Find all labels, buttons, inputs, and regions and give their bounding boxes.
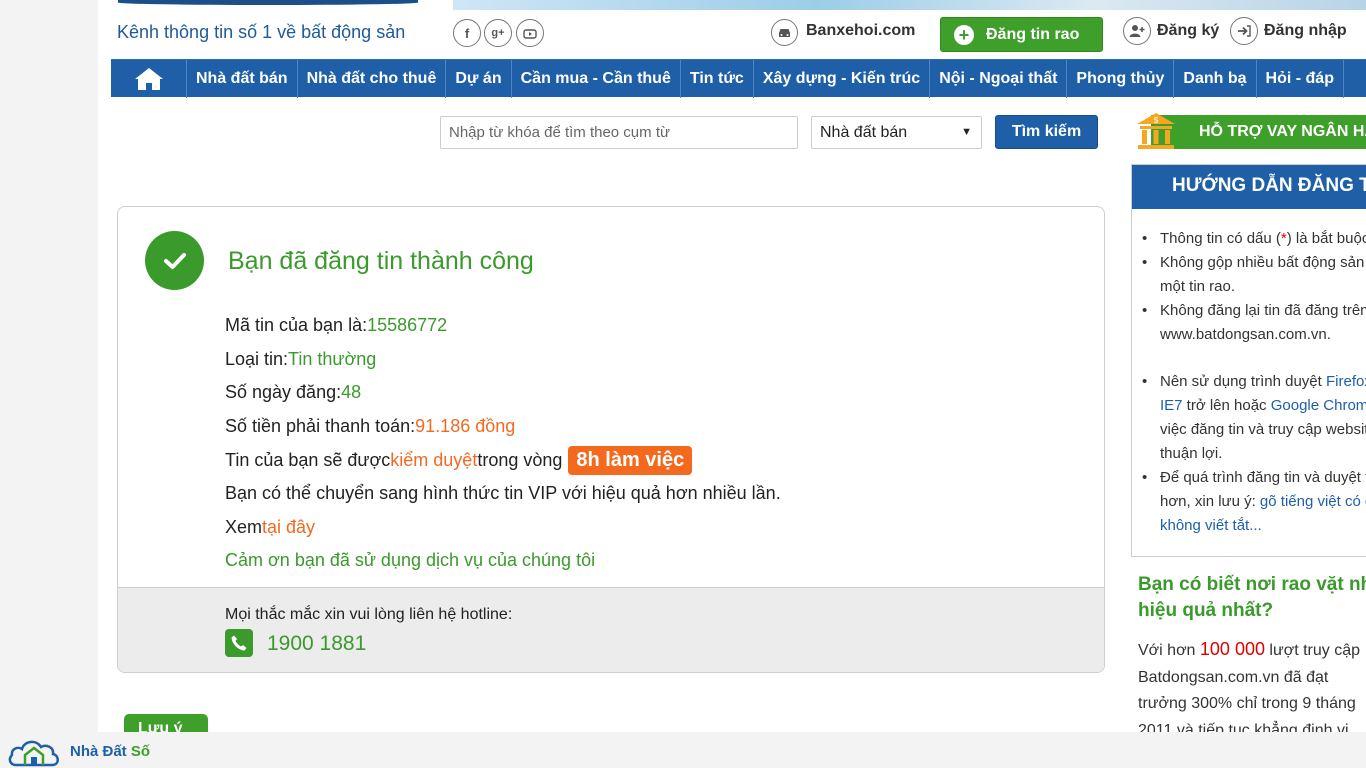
success-title: Bạn đã đăng tin thành công bbox=[228, 247, 534, 275]
listing-id-row: Mã tin của bạn là: 15586772 bbox=[225, 315, 448, 336]
facebook-icon[interactable]: f bbox=[453, 19, 481, 47]
category-selected-value: Nhà đất bán bbox=[820, 123, 908, 141]
vietnamese-accent-link[interactable]: gõ tiếng việt có dấu, bbox=[1260, 493, 1366, 510]
post-listing-label: Đăng tin rao bbox=[986, 25, 1080, 43]
user-add-icon[interactable] bbox=[1123, 17, 1151, 45]
register-link[interactable]: Đăng ký bbox=[1157, 22, 1219, 40]
guide-item: Để quá trình đăng tin và duyệt tinhơn, x… bbox=[1142, 466, 1366, 538]
payment-row: Số tiền phải thanh toán: 91.186 đồng bbox=[225, 416, 516, 437]
cloud-house-icon bbox=[8, 740, 59, 767]
top-banner-strip bbox=[98, 0, 1366, 10]
login-link[interactable]: Đăng nhập bbox=[1264, 22, 1347, 40]
dropdown-arrow-icon: ▼ bbox=[961, 126, 972, 138]
view-row: Xem tại đây bbox=[225, 516, 316, 538]
guide-item: Không đăng lại tin đã đăng trênwww.batdo… bbox=[1142, 299, 1366, 347]
nav-item-rent[interactable]: Nhà đất cho thuê bbox=[298, 60, 447, 98]
loan-support-label: HỖ TRỢ VAY NGÂN HÀNG bbox=[1151, 115, 1366, 149]
svg-text:$: $ bbox=[1154, 116, 1159, 125]
posting-guide: HƯỚNG DẪN ĐĂNG TIN Thông tin có dấu (*) … bbox=[1131, 164, 1366, 557]
firefox-link[interactable]: Firefox bbox=[1326, 373, 1366, 390]
nav-item-wanted[interactable]: Cần mua - Cần thuê bbox=[512, 60, 681, 98]
review-link[interactable]: kiểm duyệt bbox=[390, 450, 477, 471]
loan-support-banner[interactable]: HỖ TRỢ VAY NGÂN HÀNG $ bbox=[1133, 110, 1366, 152]
review-time-badge: 8h làm việc bbox=[568, 445, 693, 475]
vip-row: Bạn có thể chuyển sang hình thức tin VIP… bbox=[225, 483, 781, 504]
plus-icon: + bbox=[954, 24, 974, 45]
guide-title: HƯỚNG DẪN ĐĂNG TIN bbox=[1132, 165, 1366, 209]
banxehoi-link[interactable]: Banxehoi.com bbox=[806, 22, 915, 40]
hotline-section: Mọi thắc mắc xin vui lòng liên hệ hotlin… bbox=[118, 587, 1104, 672]
listing-details: Mã tin của bạn là: 15586772 Loại tin: Ti… bbox=[225, 309, 781, 578]
promo-title: Bạn có biết nơi rao vặt nhà đấthiệu quả … bbox=[1138, 574, 1366, 621]
watermark-text: Nhà Đất Số bbox=[70, 742, 151, 760]
nav-item-fengshui[interactable]: Phong thủy bbox=[1067, 60, 1175, 98]
page: Kênh thông tin số 1 về bất động sản f g+… bbox=[98, 0, 1366, 732]
main-nav: Nhà đất bán Nhà đất cho thuê Dự án Cần m… bbox=[111, 59, 1366, 98]
listing-days-value: 48 bbox=[341, 382, 362, 403]
search-button[interactable]: Tìm kiếm bbox=[995, 115, 1098, 149]
guide-item: Nên sử dụng trình duyệt FirefoxIE7 trở l… bbox=[1142, 370, 1366, 466]
check-icon bbox=[145, 231, 204, 290]
login-icon[interactable] bbox=[1230, 17, 1258, 45]
thanks-text: Cảm ơn bạn đã sử dụng dịch vụ của chúng … bbox=[225, 550, 596, 571]
view-here-link[interactable]: tại đây bbox=[262, 517, 315, 538]
listing-type-row: Loại tin: Tin thường bbox=[225, 348, 377, 369]
review-row: Tin của bạn sẽ được kiểm duyệt trong vòn… bbox=[225, 443, 781, 477]
nav-item-projects[interactable]: Dự án bbox=[446, 60, 512, 98]
phone-icon bbox=[225, 629, 253, 657]
logo-strip bbox=[118, 0, 418, 5]
home-icon[interactable] bbox=[111, 60, 187, 98]
guide-item: Thông tin có dấu (*) là bắt buộc. bbox=[1142, 227, 1366, 251]
ie7-link[interactable]: IE7 bbox=[1160, 397, 1183, 414]
no-abbreviation-link[interactable]: không viết tắt... bbox=[1160, 517, 1262, 534]
nav-item-construction[interactable]: Xây dựng - Kiến trúc bbox=[754, 60, 931, 98]
success-panel: Bạn đã đăng tin thành công Mã tin của bạ… bbox=[117, 206, 1105, 673]
guide-item: Không gộp nhiều bất động sản trongmột ti… bbox=[1142, 251, 1366, 299]
nav-item-interior[interactable]: Nội - Ngoại thất bbox=[930, 60, 1068, 98]
banner-image bbox=[453, 0, 1366, 10]
hotline-number[interactable]: 1900 1881 bbox=[267, 632, 366, 656]
nav-item-news[interactable]: Tin tức bbox=[681, 60, 754, 98]
bank-icon: $ bbox=[1137, 113, 1175, 149]
note-button[interactable]: Lưu ý bbox=[124, 714, 208, 732]
payment-value: 91.186 đồng bbox=[415, 416, 516, 437]
search-input[interactable] bbox=[440, 116, 798, 149]
listing-id-value: 15586772 bbox=[367, 315, 448, 336]
listing-type-value: Tin thường bbox=[288, 348, 377, 369]
promo-body: Với hơn 100 000 lượt truy cập Batdongsan… bbox=[1138, 639, 1360, 732]
guide-list: Thông tin có dấu (*) là bắt buộc. Không … bbox=[1132, 209, 1366, 538]
nav-item-qa[interactable]: Hỏi - đáp bbox=[1257, 60, 1344, 98]
watermark-logo: Nhà Đất Số bbox=[8, 734, 150, 768]
listing-days-row: Số ngày đăng: 48 bbox=[225, 382, 362, 403]
hotline-label: Mọi thắc mắc xin vui lòng liên hệ hotlin… bbox=[225, 606, 513, 623]
category-select[interactable]: Nhà đất bán ▼ bbox=[811, 116, 982, 149]
youtube-icon[interactable] bbox=[516, 19, 544, 47]
chrome-link[interactable]: Google Chrome bbox=[1271, 397, 1366, 414]
car-icon[interactable] bbox=[771, 19, 798, 46]
post-listing-button[interactable]: + Đăng tin rao bbox=[940, 17, 1103, 52]
site-tagline: Kênh thông tin số 1 về bất động sản bbox=[117, 22, 406, 42]
nav-item-directory[interactable]: Danh bạ bbox=[1174, 60, 1257, 98]
nav-item-sale[interactable]: Nhà đất bán bbox=[187, 60, 298, 98]
google-plus-icon[interactable]: g+ bbox=[484, 19, 512, 47]
